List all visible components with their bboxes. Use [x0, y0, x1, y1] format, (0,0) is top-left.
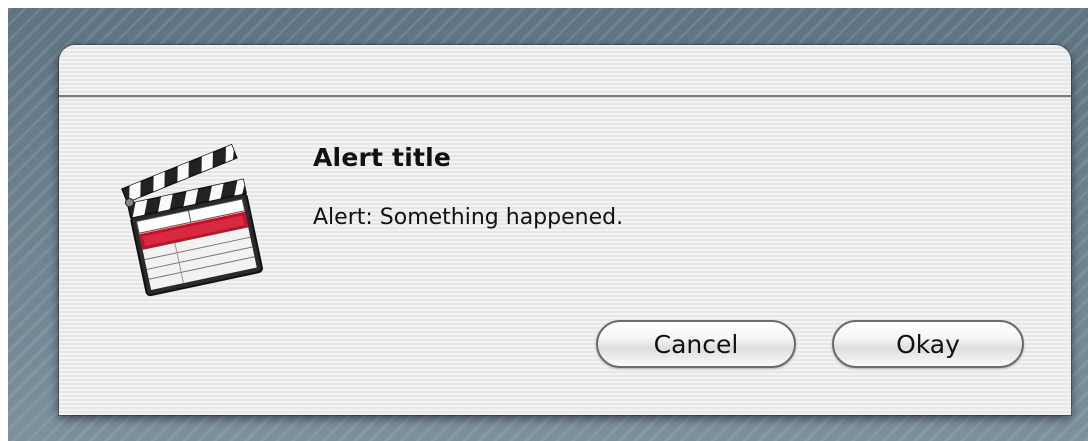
alert-title: Alert title [313, 143, 452, 172]
alert-sheet: Alert title Alert: Something happened. C… [59, 45, 1071, 415]
sheet-top-separator [59, 95, 1071, 98]
cancel-button[interactable]: Cancel [596, 320, 796, 368]
desktop-background: Alert title Alert: Something happened. C… [8, 8, 1088, 441]
clapperboard-icon [121, 143, 263, 297]
alert-message: Alert: Something happened. [313, 205, 624, 230]
okay-button[interactable]: Okay [832, 320, 1024, 368]
